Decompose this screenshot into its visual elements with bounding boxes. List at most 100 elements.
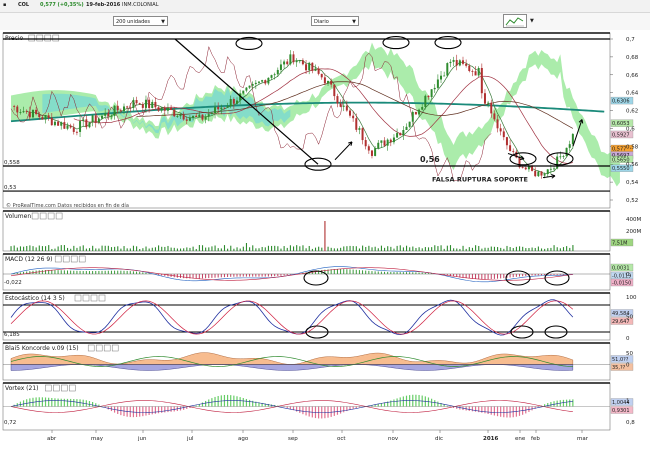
volume-bar [550, 247, 552, 251]
candle-body [270, 75, 273, 78]
volume-bar [421, 248, 423, 251]
close-icon[interactable] [55, 212, 63, 220]
candle-body [60, 122, 63, 126]
candle-body [138, 103, 141, 105]
volume-bar [462, 245, 464, 251]
stoch-panel-title: Estocástico (14 3 5) [5, 295, 65, 302]
period-select[interactable]: Diario ▼ [311, 16, 359, 26]
macd-histogram-bar [88, 271, 90, 274]
close-icon[interactable] [98, 294, 106, 302]
y-axis-label: 0 [626, 363, 630, 369]
volume-bar [104, 245, 106, 251]
minimize-icon[interactable] [90, 294, 98, 302]
close-icon[interactable] [78, 255, 86, 263]
candle-body [556, 156, 559, 169]
chevron-down-icon: ▼ [530, 18, 534, 24]
volume-bar [198, 245, 200, 251]
chart-type-button[interactable] [503, 14, 527, 28]
candle-body [66, 125, 69, 129]
value-badge-text: 0,5550 [612, 166, 630, 172]
support-annotation: 0,56 [420, 155, 440, 164]
candle-body [126, 106, 129, 108]
volume-bar [139, 248, 141, 251]
minimize-icon[interactable] [47, 212, 55, 220]
tool-icon[interactable] [74, 294, 82, 302]
tool-icon[interactable] [54, 255, 62, 263]
candle-body [317, 68, 320, 74]
minimize-icon[interactable] [44, 34, 52, 42]
candle-body [245, 87, 248, 91]
settings-icon[interactable] [53, 384, 60, 392]
candle-body [402, 129, 405, 136]
candle-body [352, 115, 355, 119]
volume-bar [293, 246, 295, 251]
x-axis-label: 2016 [483, 436, 498, 442]
favorite-icon[interactable]: ▪ [3, 2, 6, 8]
settings-icon[interactable] [95, 344, 103, 352]
vortex-panel-title: Vortex (21) [5, 385, 39, 392]
chart-type-dropdown[interactable]: ▼ [528, 16, 536, 26]
last-price: 0,577 (+0,35%) [40, 2, 84, 8]
macd-histogram-bar [399, 272, 401, 274]
volume-bar [201, 245, 204, 251]
macd-histogram-bar [79, 270, 81, 274]
volume-bar [220, 248, 222, 251]
minimize-icon[interactable] [70, 255, 78, 263]
macd-histogram-bar [117, 270, 119, 274]
macd-histogram-bar [559, 274, 561, 275]
candle-body [113, 105, 116, 116]
volume-bar [217, 248, 219, 251]
macd-histogram-bar [267, 274, 269, 277]
macd-histogram-bar [129, 271, 131, 274]
y-axis-label: 0,64 [626, 91, 639, 97]
macd-histogram-bar [252, 274, 254, 277]
volume-bar [120, 248, 122, 251]
minimize-icon[interactable] [61, 384, 68, 392]
units-select[interactable]: 200 unidades ▼ [113, 16, 168, 26]
candle-body [192, 115, 195, 118]
volume-bar [374, 246, 376, 251]
y-axis-label: 0,54 [626, 180, 639, 186]
macd-histogram-bar [208, 274, 210, 279]
candle-body [179, 114, 182, 117]
settings-icon[interactable] [62, 255, 70, 263]
tool-icon[interactable] [45, 384, 52, 392]
volume-bar [481, 248, 483, 251]
settings-icon[interactable] [82, 294, 90, 302]
x-axis-label: jun [137, 436, 147, 442]
volume-bar [26, 245, 28, 251]
settings-icon[interactable] [39, 212, 47, 220]
volume-bar [556, 247, 558, 251]
y-axis-label: 200M [626, 229, 641, 235]
volume-bar [468, 247, 470, 251]
volume-bar [540, 248, 543, 251]
minimize-icon[interactable] [103, 344, 111, 352]
candle-body [430, 89, 433, 98]
macd-histogram-bar [537, 274, 539, 276]
volume-bar [164, 246, 166, 251]
macd-histogram-bar [427, 273, 429, 274]
macd-histogram-bar [412, 272, 414, 274]
tool-icon[interactable] [31, 212, 39, 220]
macd-histogram-bar [553, 274, 555, 275]
macd-histogram-bar [29, 271, 31, 274]
volume-bar [566, 246, 568, 251]
chart-type-icon [505, 17, 524, 27]
volume-bar [277, 246, 279, 251]
value-badge-text: 0,5650 [612, 157, 630, 163]
macd-histogram-bar [409, 272, 411, 274]
candle-body [63, 122, 66, 129]
tool-icon[interactable] [87, 344, 95, 352]
x-axis-label: sep [288, 436, 298, 442]
settings-icon[interactable] [36, 34, 44, 42]
close-icon[interactable] [52, 34, 60, 42]
close-icon[interactable] [111, 344, 119, 352]
candle-body [97, 118, 100, 123]
macd-histogram-bar [374, 271, 376, 274]
volume-bar [531, 247, 533, 251]
y-axis-label: 0,7 [626, 37, 635, 43]
tool-icon[interactable] [28, 34, 36, 42]
close-icon[interactable] [69, 384, 76, 392]
volume-bar [380, 245, 382, 251]
candle-body [38, 114, 41, 118]
